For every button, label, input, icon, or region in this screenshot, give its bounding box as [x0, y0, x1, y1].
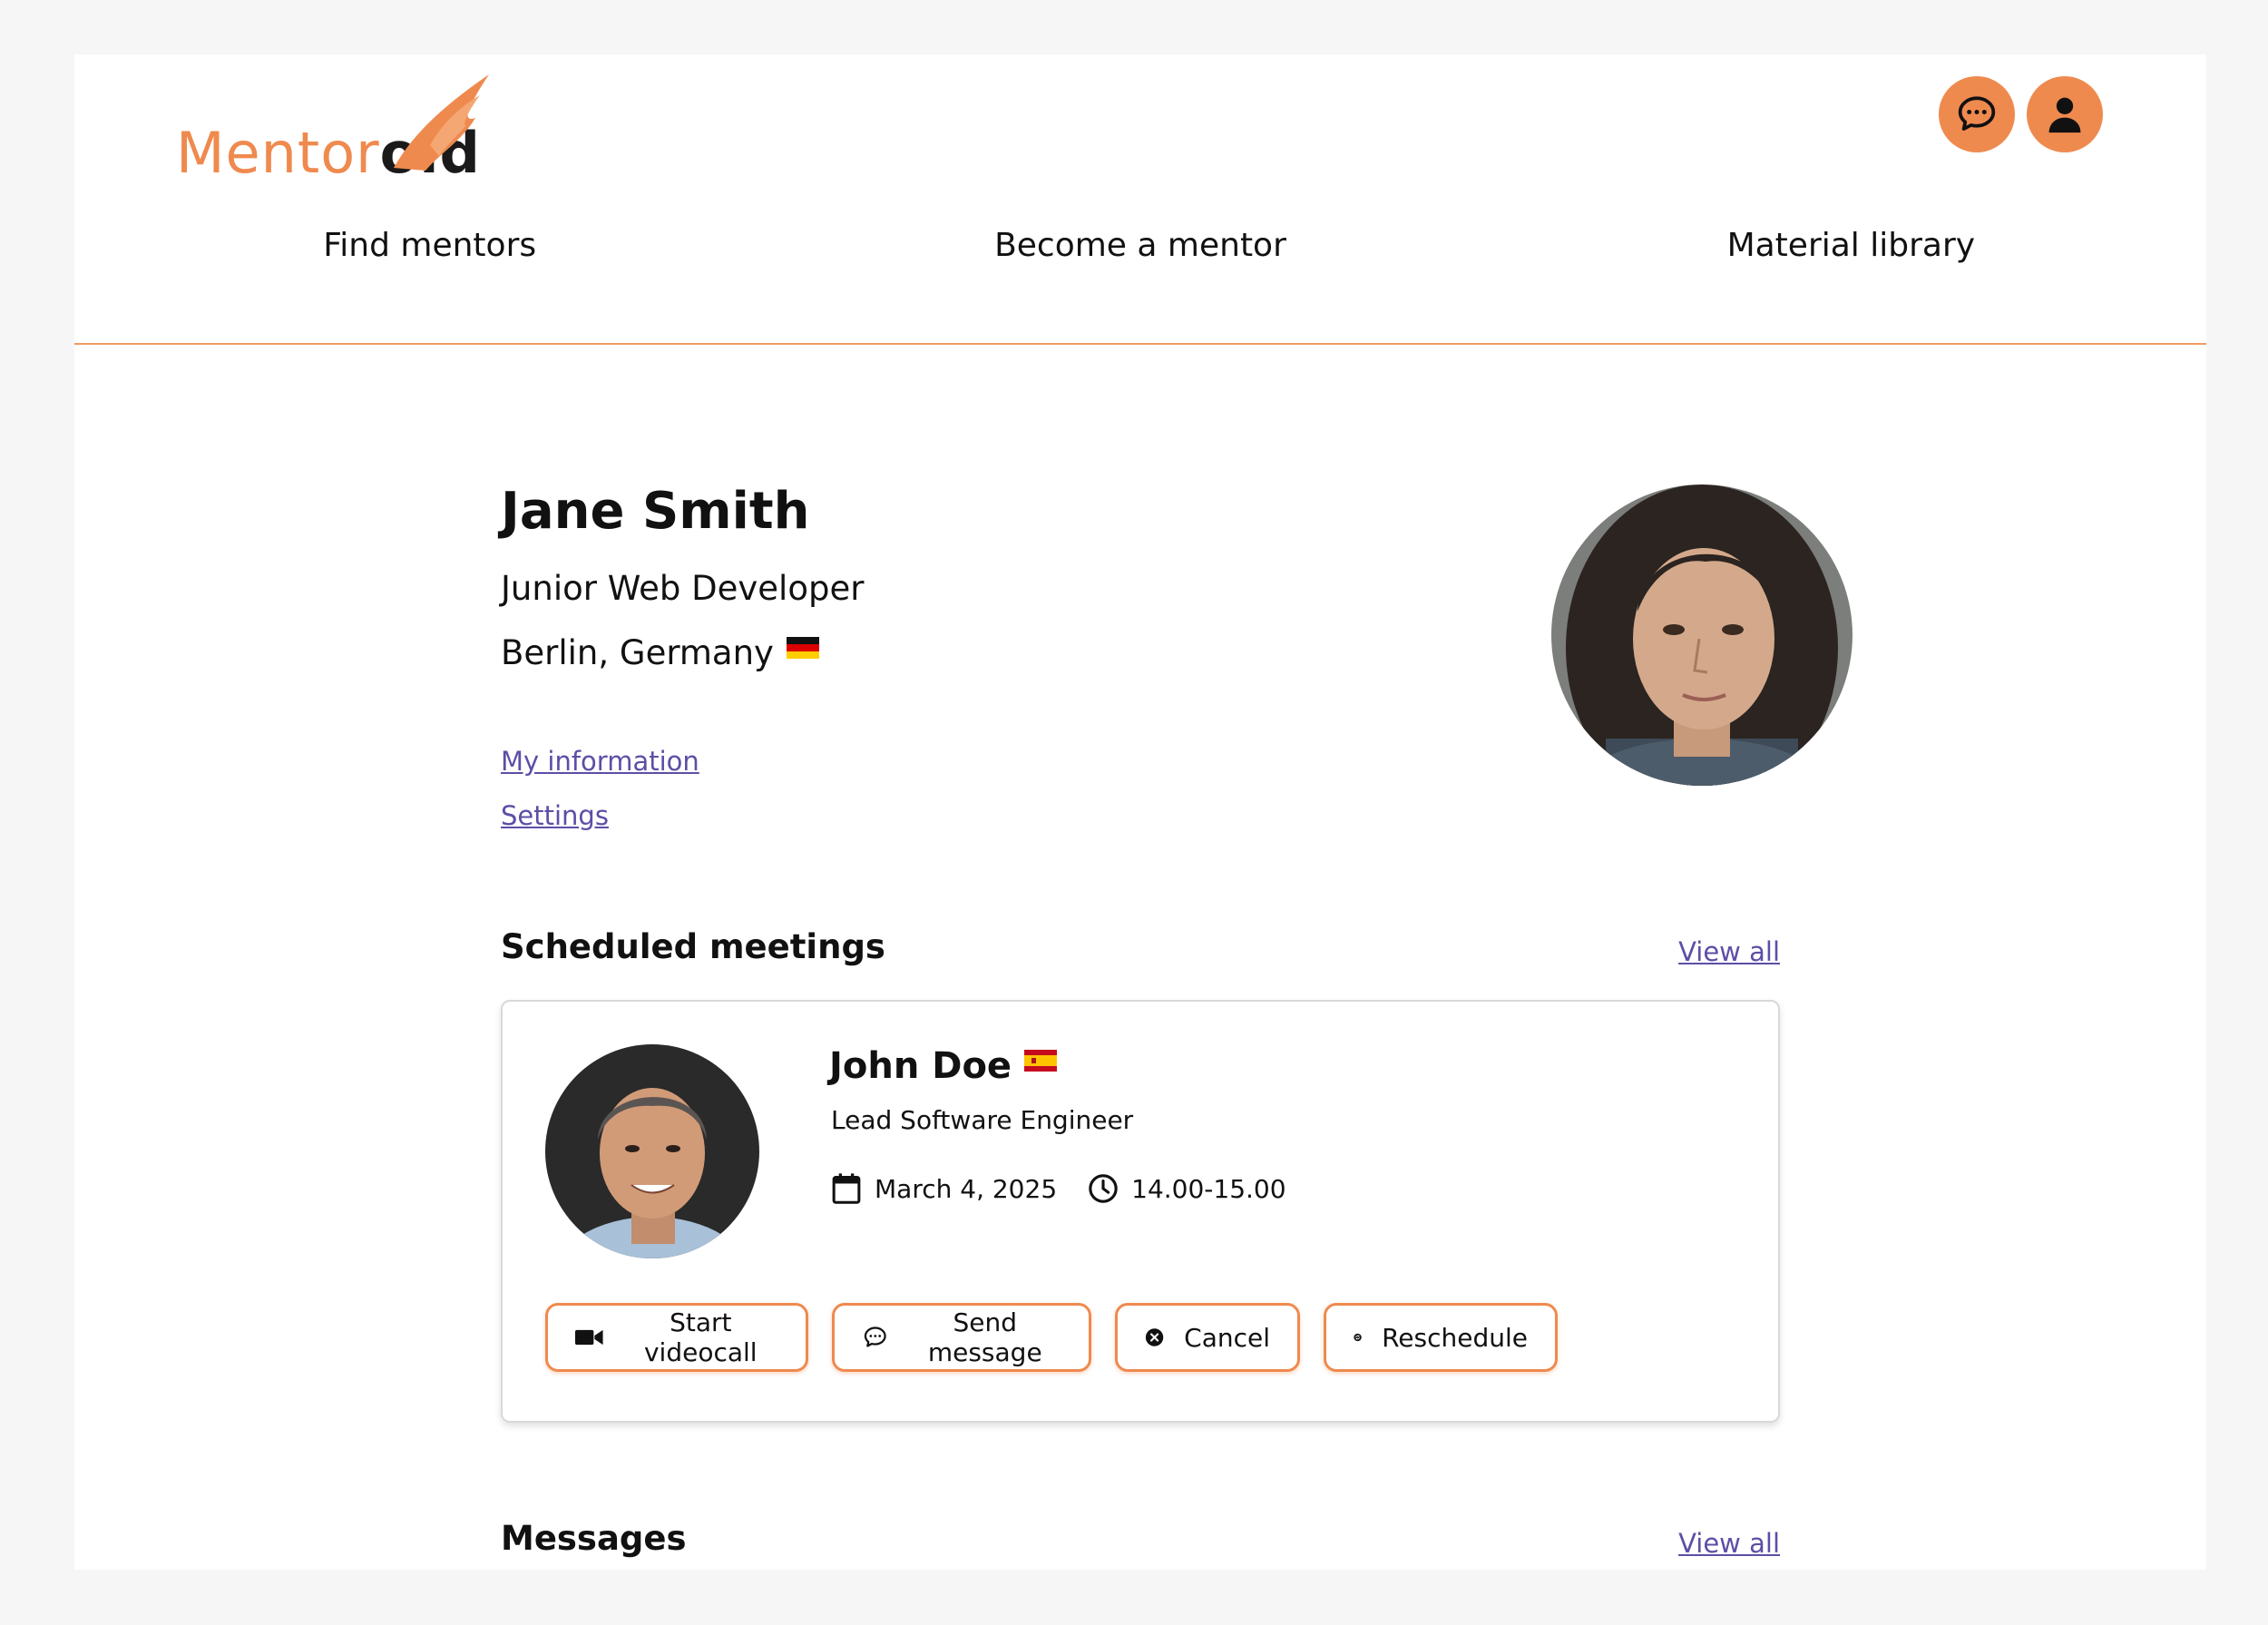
flame-icon [393, 74, 489, 171]
view-all-messages-link[interactable]: View all [1678, 1528, 1780, 1559]
profile-job-title: Junior Web Developer [501, 569, 865, 608]
view-all-meetings-link[interactable]: View all [1678, 936, 1780, 967]
mentor-photo [545, 1044, 759, 1258]
germany-flag-icon [786, 636, 819, 659]
user-menu-button[interactable] [2027, 76, 2103, 152]
calendar-icon [832, 1173, 861, 1204]
cancel-meeting-button[interactable]: Cancel [1115, 1303, 1300, 1372]
start-videocall-label: Start videocall [643, 1307, 758, 1367]
meeting-date-text: March 4, 2025 [875, 1173, 1058, 1204]
clock-icon [1089, 1174, 1118, 1203]
meeting-time: 14.00-15.00 [1088, 1173, 1286, 1204]
video-camera-icon [575, 1329, 603, 1346]
profile-location-text: Berlin, Germany [501, 633, 774, 672]
app-window: Mentoroid Find mentors Become a men [74, 54, 2206, 1570]
main-nav: Find mentors Become a mentor Material li… [74, 216, 2206, 343]
scheduled-meetings-heading: Scheduled meetings [501, 927, 885, 966]
meeting-date: March 4, 2025 [831, 1172, 1057, 1205]
reschedule-button[interactable]: Reschedule [1324, 1303, 1558, 1372]
mentor-avatar [545, 1044, 759, 1258]
send-message-button[interactable]: Send message [832, 1303, 1091, 1372]
mentor-name-row: John Doe [829, 1045, 1058, 1087]
chat-bubble-icon [1958, 96, 1996, 131]
start-videocall-button[interactable]: Start videocall [545, 1303, 808, 1372]
send-message-label: Send message [927, 1307, 1042, 1367]
messages-heading: Messages [501, 1519, 687, 1558]
settings-link[interactable]: Settings [501, 800, 609, 831]
close-circle-icon [1145, 1328, 1164, 1346]
spain-flag-icon [1024, 1050, 1058, 1072]
chat-bubble-icon [864, 1326, 886, 1347]
user-icon [2048, 97, 2081, 133]
cancel-label: Cancel [1184, 1322, 1270, 1353]
mentor-role: Lead Software Engineer [831, 1105, 1134, 1135]
mentor-name[interactable]: John Doe [829, 1045, 1012, 1087]
reschedule-icon [1354, 1333, 1362, 1342]
meeting-time-text: 14.00-15.00 [1131, 1173, 1286, 1204]
profile-location: Berlin, Germany [501, 633, 819, 672]
chat-button[interactable] [1939, 76, 2015, 152]
logo[interactable]: Mentoroid [176, 73, 489, 181]
reschedule-label: Reschedule [1382, 1322, 1528, 1353]
logo-mentor-text: Mentor [176, 120, 380, 186]
meeting-card: John Doe Lead Software Engineer March 4,… [501, 1000, 1780, 1423]
profile-name: Jane Smith [501, 482, 810, 541]
nav-become-mentor[interactable]: Become a mentor [785, 216, 1495, 343]
profile-avatar [1551, 485, 1853, 786]
nav-material-library[interactable]: Material library [1496, 216, 2206, 343]
top-bar: Mentoroid Find mentors Become a men [74, 54, 2206, 345]
nav-find-mentors[interactable]: Find mentors [74, 216, 785, 343]
profile-photo [1551, 485, 1853, 786]
my-information-link[interactable]: My information [501, 746, 699, 777]
meeting-meta: March 4, 2025 14.00-15.00 [831, 1172, 1317, 1205]
nav-divider [74, 343, 2206, 345]
meeting-actions: Start videocall Send message Cancel Resc… [545, 1303, 1558, 1372]
